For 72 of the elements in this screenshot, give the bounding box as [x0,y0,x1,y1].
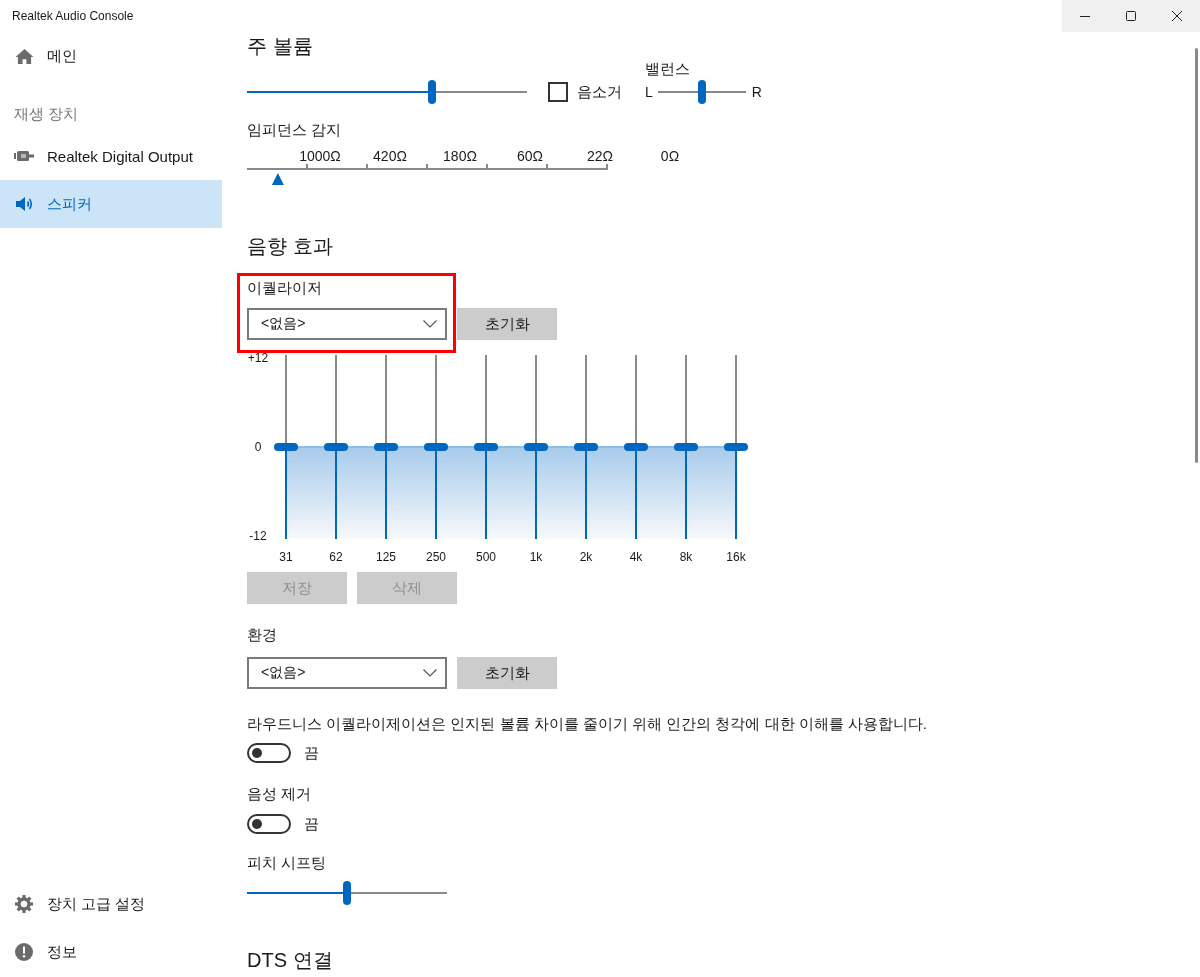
section-title: 주 볼륨 [247,34,313,59]
exclamation-icon [15,943,33,961]
eq-frequency-label: 2k [578,549,594,565]
eq-band-slider-thumb[interactable] [424,443,448,451]
loudness-description: 라우드니스 이퀄라이제이션은 인지된 볼륨 차이를 줄이기 위해 인간의 청각에 대한 이해를 사용합니다. [247,714,927,734]
chevron-down-icon [423,669,437,677]
impedance-scale-label: 0Ω [659,148,681,164]
impedance-scale-label: 1000Ω [298,148,342,164]
balance-left-label: L [645,84,653,100]
section-title: 음향 효과 [247,234,333,259]
voice-cancel-toggle[interactable] [247,814,291,834]
eq-axis-label: 0 [254,440,262,454]
reset-button[interactable]: 초기화 [457,308,557,340]
eq-band-slider-thumb[interactable] [574,443,598,451]
section-label: 재생 장치 [13,104,79,124]
section-title: DTS 연결 [247,948,333,973]
pitch-slider-thumb[interactable] [343,881,351,905]
connector-icon [14,150,34,162]
eq-frequency-label: 125 [375,549,397,565]
loudness-toggle[interactable] [247,743,291,763]
mute-label: 음소거 [577,82,622,102]
eq-band-slider-thumb[interactable] [274,443,298,451]
eq-band-slider-thumb[interactable] [374,443,398,451]
eq-frequency-label: 62 [328,549,344,565]
speaker-icon [15,196,33,212]
environment-label: 환경 [247,625,277,645]
eq-frequency-label: 8k [678,549,694,565]
equalizer-preset-dropdown[interactable]: <없음> [247,308,447,340]
eq-band-slider-thumb[interactable] [674,443,698,451]
home-icon [14,47,34,65]
scrollbar-thumb[interactable] [1195,48,1198,463]
eq-band-slider-thumb[interactable] [474,443,498,451]
eq-frequency-label: 500 [475,549,497,565]
eq-frequency-label: 31 [278,549,294,565]
toggle-state-label: 끔 [304,814,319,834]
environment-dropdown[interactable]: <없음> [247,657,447,689]
mute-checkbox[interactable] [548,82,568,102]
toggle-state-label: 끔 [304,743,319,763]
eq-axis-label: +12 [247,351,269,365]
balance-slider-thumb[interactable] [697,80,706,104]
balance-label: 밸런스 [645,60,690,78]
eq-band-slider-thumb[interactable] [324,443,348,451]
device-item[interactable]: Realtek Digital Output [0,132,222,180]
reset-button[interactable]: 초기화 [457,657,557,689]
eq-frequency-label: 4k [628,549,644,565]
window-title: Realtek Audio Console [12,9,134,23]
settings-icon [15,895,33,913]
chevron-down-icon [423,320,437,328]
close-icon [1172,11,1182,21]
impedance-scale-label: 420Ω [372,148,408,164]
minimize-icon [1080,15,1090,17]
impedance-label: 임피던스 감지 [247,120,342,140]
pitch-shift-label: 피치 시프팅 [247,853,327,873]
nav-item[interactable]: 메인 [0,32,222,80]
equalizer-label: 이퀄라이저 [247,278,323,298]
nav-item[interactable]: 정보 [0,928,222,976]
eq-frequency-label: 16k [725,549,747,565]
eq-band-slider-thumb[interactable] [724,443,748,451]
volume-slider-thumb[interactable] [427,80,436,104]
impedance-scale-label: 22Ω [585,148,614,164]
maximize-icon [1126,11,1136,21]
balance-right-label: R [751,84,762,100]
eq-frequency-label: 1k [528,549,544,565]
impedance-scale-label: 180Ω [442,148,478,164]
eq-axis-label: -12 [249,529,267,543]
voice-cancel-label: 음성 제거 [247,784,312,804]
nav-item[interactable]: 장치 고급 설정 [0,880,222,928]
eq-band-slider-thumb[interactable] [624,443,648,451]
device-item[interactable]: 스피커 [0,180,222,228]
eq-frequency-label: 250 [425,549,447,565]
eq-band-slider-thumb[interactable] [524,443,548,451]
impedance-scale-label: 60Ω [515,148,544,164]
